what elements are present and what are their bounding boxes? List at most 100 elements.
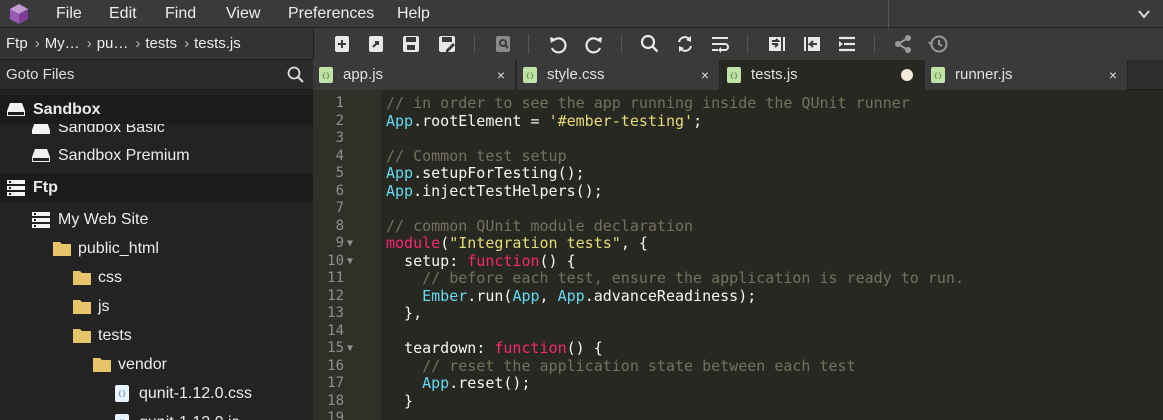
code-line[interactable]: 11 // before each test, ensure the appli… (313, 269, 1163, 288)
tab-label: app.js (343, 66, 384, 83)
menu-find[interactable]: Find (165, 0, 196, 28)
tree-item-js[interactable]: js (0, 292, 313, 321)
menu-preferences[interactable]: Preferences (288, 0, 374, 28)
redo-icon[interactable] (583, 33, 605, 55)
file-js-icon: {} (115, 414, 129, 420)
tree-item-public-html[interactable]: public_html (0, 234, 313, 263)
search-icon[interactable] (639, 33, 661, 55)
wrap-icon[interactable] (709, 33, 731, 55)
code-line[interactable]: 16 // reset the application state betwee… (313, 356, 1163, 376)
server-icon (32, 212, 50, 228)
preview-icon[interactable] (492, 33, 514, 55)
code-line[interactable]: 14 (313, 323, 1163, 341)
code-line[interactable]: 1 // in order to see the app running insi… (313, 94, 1163, 113)
window-controls-area (888, 0, 1163, 28)
tree-item-ftp[interactable]: Ftp (0, 173, 313, 202)
menu-help[interactable]: Help (397, 0, 430, 28)
app-logo-icon (10, 4, 28, 24)
code-text: App.injectTestHelpers(); (386, 181, 603, 200)
close-icon[interactable]: × (497, 60, 505, 90)
format-icon[interactable] (836, 33, 858, 55)
tree-item-my-web-site[interactable]: My Web Site (0, 205, 313, 234)
code-line[interactable]: 12 Ember.run(App, App.advanceReadiness); (313, 286, 1163, 306)
menu-edit[interactable]: Edit (109, 0, 137, 28)
save-icon[interactable] (400, 33, 422, 55)
replace-icon[interactable] (674, 33, 696, 55)
folder-icon (73, 271, 91, 285)
chevron-down-icon[interactable] (1137, 7, 1151, 21)
code-text: App.reset(); (422, 374, 531, 392)
code-line[interactable]: 6 App.injectTestHelpers(); (313, 181, 1163, 201)
breadcrumb-item[interactable]: tests (145, 35, 177, 52)
code-text: Ember.run(App, App.advanceReadiness); (422, 286, 757, 305)
code-line[interactable]: 4 // Common test setup (313, 147, 1163, 166)
code-line[interactable]: 5 App.setupForTesting(); (313, 164, 1163, 183)
goto-files-label: Goto Files (6, 66, 75, 83)
menu-view[interactable]: View (226, 0, 260, 28)
tree-item-qunit-css[interactable]: {} qunit-1.12.0.css (0, 379, 313, 408)
code-line[interactable]: 8 // common QUnit module declaration (313, 217, 1163, 236)
tab-style-css[interactable]: {} style.css × (517, 60, 720, 90)
tree-item-sandbox[interactable]: Sandbox (0, 95, 313, 124)
tab-label: style.css (547, 66, 605, 83)
svg-text:{}: {} (730, 72, 738, 80)
fold-arrow-icon[interactable]: ▼ (347, 340, 353, 358)
editor-tabs: {} app.js × {} style.css × {} tests.js {… (313, 60, 1163, 90)
new-folder-icon[interactable] (365, 33, 387, 55)
tab-app-js[interactable]: {} app.js × (313, 60, 516, 90)
line-number: 13 (327, 305, 344, 321)
tree-item-vendor[interactable]: vendor (0, 350, 313, 379)
line-number: 5 (335, 165, 344, 181)
code-text: teardown: function() { (404, 339, 603, 357)
code-line[interactable]: 10 ▼ setup: function() { (313, 251, 1163, 271)
fold-arrow-icon[interactable]: ▼ (347, 235, 353, 253)
save-all-icon[interactable] (436, 33, 458, 55)
tree-item-label: Sandbox (33, 101, 101, 118)
history-icon[interactable] (927, 33, 949, 55)
tree-item-qunit-js[interactable]: {} qunit-1.12.0.js (0, 408, 313, 420)
new-file-icon[interactable] (331, 33, 353, 55)
modified-dot-icon[interactable] (901, 69, 913, 81)
file-css-icon: {} (115, 385, 129, 402)
goto-files-bar[interactable]: Goto Files (0, 60, 313, 90)
code-line[interactable]: 15 ▼ teardown: function() { (313, 339, 1163, 358)
code-line[interactable]: 18 } (313, 392, 1163, 411)
code-text: }, (386, 304, 423, 322)
breadcrumb-item[interactable]: My… (45, 35, 80, 52)
code-line[interactable]: 9 ▼ module("Integration tests", { (313, 234, 1163, 253)
code-text: module("Integration tests", { (386, 234, 648, 252)
tree-item-sandbox-premium[interactable]: Sandbox Premium (0, 141, 313, 170)
code-text: setup: function() { (404, 251, 576, 270)
code-text: // reset the application state between e… (386, 356, 856, 375)
breadcrumb-item[interactable]: tests.js (194, 35, 241, 52)
tree-item-css[interactable]: css (0, 263, 313, 292)
code-line[interactable]: 2 App.rootElement = '#ember-testing'; (313, 112, 1163, 131)
outdent-icon[interactable] (801, 33, 823, 55)
folder-icon (53, 242, 71, 256)
tab-runner-js[interactable]: {} runner.js × (925, 60, 1128, 90)
tab-tests-js[interactable]: {} tests.js (721, 60, 924, 90)
code-line[interactable]: 13 }, (313, 304, 1163, 323)
file-css-icon: {} (523, 67, 537, 83)
tree-item-label: qunit-1.12.0.css (139, 385, 252, 402)
breadcrumb-item[interactable]: Ftp (6, 35, 28, 52)
code-line[interactable]: 7 (313, 200, 1163, 218)
fold-arrow-icon[interactable]: ▼ (347, 253, 353, 271)
code-line[interactable]: 17 App.reset(); (313, 374, 1163, 393)
menu-file[interactable]: File (56, 0, 82, 28)
breadcrumb-item[interactable]: pu… (97, 35, 129, 52)
tree-item-label: Sandbox Premium (58, 147, 190, 164)
tree-item-label: public_html (78, 240, 159, 257)
share-icon[interactable] (892, 33, 914, 55)
line-number: 11 (327, 270, 344, 286)
code-editor[interactable]: 1 // in order to see the app running insi… (313, 90, 1163, 420)
indent-icon[interactable] (766, 33, 788, 55)
undo-icon[interactable] (547, 33, 569, 55)
close-icon[interactable]: × (701, 60, 709, 90)
code-text: App.setupForTesting(); (386, 164, 585, 182)
tree-item-tests[interactable]: tests (0, 321, 313, 350)
search-icon[interactable] (287, 66, 305, 84)
code-line[interactable]: 3 (313, 130, 1163, 148)
code-line[interactable]: 19 (313, 410, 1163, 420)
close-icon[interactable]: × (1109, 60, 1117, 90)
